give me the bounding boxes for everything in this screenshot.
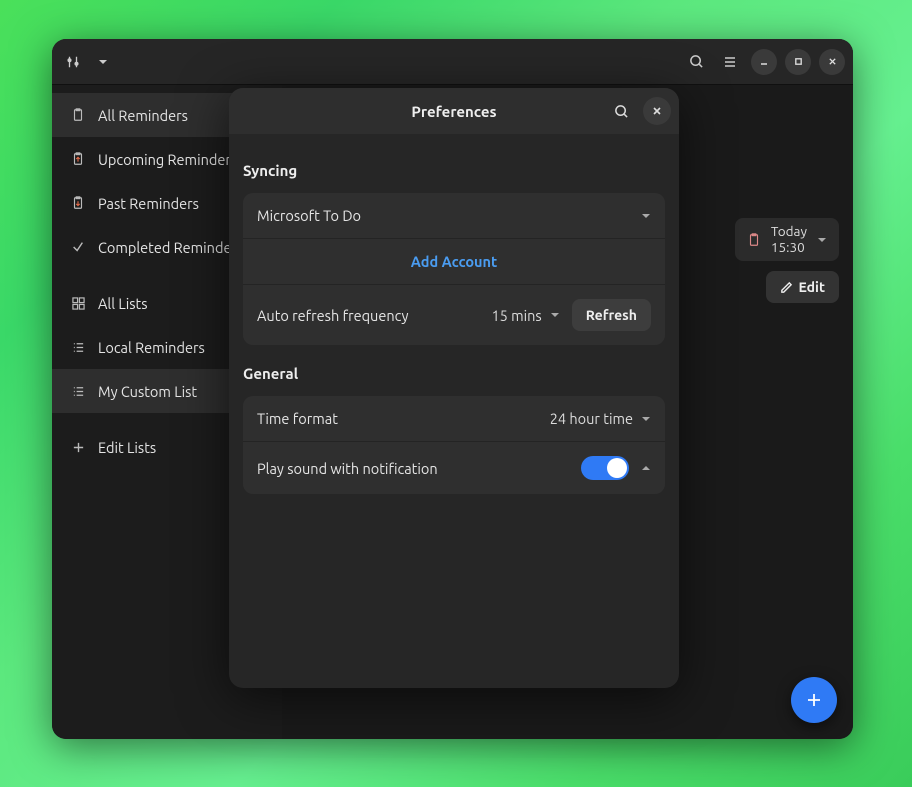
auto-refresh-label: Auto refresh frequency <box>257 307 409 324</box>
refresh-button-label: Refresh <box>586 307 637 323</box>
minimize-button[interactable] <box>751 49 777 75</box>
clipboard-past-icon <box>70 195 86 211</box>
dialog-search-button[interactable] <box>607 97 635 125</box>
list-icon <box>70 383 86 399</box>
dialog-title: Preferences <box>411 103 496 120</box>
edit-button[interactable]: Edit <box>766 271 840 303</box>
plus-icon <box>805 691 823 709</box>
add-reminder-fab[interactable] <box>791 677 837 723</box>
close-button[interactable] <box>819 49 845 75</box>
search-button[interactable] <box>683 49 709 75</box>
general-section-title: General <box>243 365 665 382</box>
sound-toggle[interactable] <box>581 456 629 480</box>
general-card: Time format 24 hour time Play sound with… <box>243 396 665 494</box>
chevron-down-icon <box>641 211 651 221</box>
edit-button-label: Edit <box>799 279 826 295</box>
sidebar-item-label: Edit Lists <box>98 439 156 456</box>
time-format-row[interactable]: Time format 24 hour time <box>243 396 665 441</box>
filter-button[interactable] <box>60 49 86 75</box>
reminder-time: 15:30 <box>771 240 807 256</box>
sidebar-item-label: All Reminders <box>98 107 188 124</box>
maximize-button[interactable] <box>785 49 811 75</box>
sidebar-item-label: My Custom List <box>98 383 197 400</box>
grid-icon <box>70 295 86 311</box>
clipboard-up-icon <box>70 151 86 167</box>
sidebar-item-label: Local Reminders <box>98 339 205 356</box>
pencil-icon <box>780 281 793 294</box>
syncing-card: Microsoft To Do Add Account Auto refresh… <box>243 193 665 345</box>
sound-label: Play sound with notification <box>257 460 438 477</box>
chevron-down-icon <box>641 414 651 424</box>
check-icon <box>70 239 86 255</box>
sidebar-item-label: Past Reminders <box>98 195 199 212</box>
sidebar-item-label: Completed Reminders <box>98 239 243 256</box>
account-row[interactable]: Microsoft To Do <box>243 193 665 238</box>
time-format-dropdown[interactable]: 24 hour time <box>550 410 651 427</box>
reminder-date: Today <box>771 224 807 240</box>
time-format-value: 24 hour time <box>550 410 633 427</box>
sidebar-item-label: All Lists <box>98 295 148 312</box>
account-label: Microsoft To Do <box>257 207 361 224</box>
titlebar-dropdown[interactable] <box>90 49 116 75</box>
sidebar-item-label: Upcoming Reminders <box>98 151 237 168</box>
auto-refresh-dropdown[interactable]: 15 mins <box>491 307 559 324</box>
sound-notification-row: Play sound with notification <box>243 441 665 494</box>
reminder-datetime-chip[interactable]: Today 15:30 <box>735 218 839 261</box>
add-account-row[interactable]: Add Account <box>243 238 665 284</box>
titlebar <box>52 39 853 85</box>
chevron-up-icon[interactable] <box>641 463 651 473</box>
auto-refresh-row: Auto refresh frequency 15 mins Refresh <box>243 284 665 345</box>
clipboard-icon <box>70 107 86 123</box>
time-format-label: Time format <box>257 410 338 427</box>
list-icon <box>70 339 86 355</box>
chevron-down-icon <box>550 310 560 320</box>
add-account-link[interactable]: Add Account <box>257 253 651 270</box>
syncing-section-title: Syncing <box>243 162 665 179</box>
hamburger-menu[interactable] <box>717 49 743 75</box>
refresh-button[interactable]: Refresh <box>572 299 651 331</box>
chevron-down-icon <box>817 235 827 245</box>
clipboard-icon <box>747 233 761 247</box>
preferences-dialog: Preferences Syncing Microsoft To Do Add … <box>229 88 679 688</box>
auto-refresh-value: 15 mins <box>491 307 541 324</box>
dialog-header: Preferences <box>229 88 679 134</box>
dialog-close-button[interactable] <box>643 97 671 125</box>
plus-icon <box>70 439 86 455</box>
